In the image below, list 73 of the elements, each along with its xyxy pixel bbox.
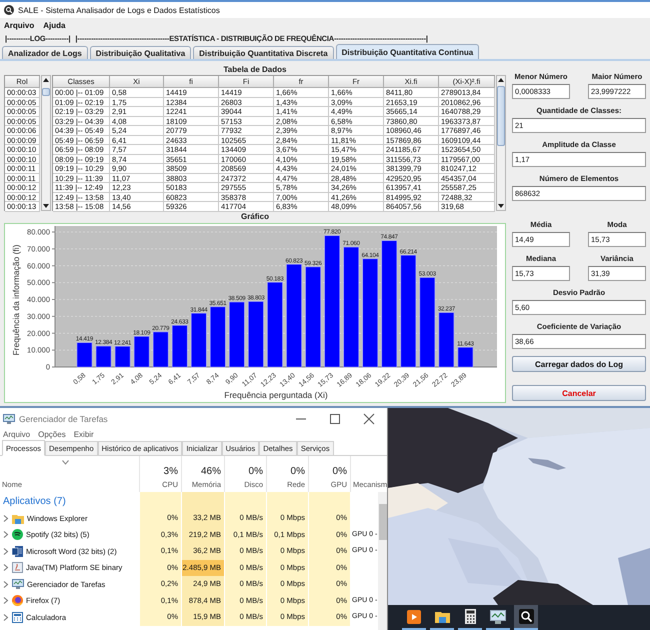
chevron-icon[interactable] (3, 514, 9, 522)
menu-item[interactable]: Arquivo (3, 430, 30, 438)
bar (190, 312, 207, 368)
tab[interactable]: Distribuição Quantitativa Discreta (193, 46, 334, 59)
magnifier-icon (518, 609, 534, 624)
scroll-down-icon[interactable] (498, 203, 504, 209)
scroll-thumb[interactable] (379, 504, 387, 540)
load-button[interactable]: Carregar dados do Log (512, 356, 646, 372)
usage-value: 0% (290, 466, 305, 477)
sound-waves-icon (12, 529, 23, 540)
calculator-icon (464, 609, 476, 624)
folder-icon (12, 512, 24, 524)
bar (458, 347, 474, 368)
bar (229, 302, 245, 368)
folder-icon (434, 610, 450, 623)
tab[interactable]: Distribuição Qualitativa (90, 46, 192, 59)
table-cell (225, 492, 267, 510)
monitor-icon (490, 610, 506, 624)
chevron-icon[interactable] (3, 531, 9, 538)
play-icon (407, 610, 421, 624)
scrollbar[interactable] (496, 75, 506, 211)
cancel-button[interactable]: Cancelar (512, 385, 646, 401)
bar (438, 312, 454, 368)
chevron-icon[interactable] (3, 564, 9, 572)
menu-item[interactable]: Opções (38, 430, 66, 438)
scroll-down-icon[interactable] (43, 203, 49, 209)
bar (96, 346, 112, 368)
bar (248, 301, 264, 368)
table-cell (182, 492, 225, 510)
monitor-icon (3, 414, 15, 424)
table-cell (267, 492, 309, 510)
scroll-up-icon[interactable] (43, 77, 49, 83)
chevron-icon[interactable] (3, 548, 9, 555)
usage-value: 46% (200, 466, 221, 477)
usage-value: 3% (164, 466, 178, 477)
monitor-icon (12, 578, 24, 590)
tab[interactable]: Analizador de Logs (2, 46, 88, 59)
sale-app-button[interactable] (514, 605, 538, 630)
panel-title: Gráfico (240, 211, 270, 222)
usage-value: 0% (332, 466, 347, 477)
panel-title: Tabela de Dados (222, 64, 288, 75)
sort-caret-icon[interactable] (62, 460, 69, 465)
group-heading: Aplicativos (7) (3, 496, 66, 506)
table-cell (140, 492, 182, 510)
scroll-up-icon[interactable] (498, 77, 504, 83)
scrollbar[interactable] (41, 75, 51, 211)
bar (76, 342, 92, 368)
chevron-icon[interactable] (3, 614, 9, 621)
scroll-thumb[interactable] (42, 88, 50, 96)
bar (210, 306, 226, 368)
globe-icon (12, 595, 23, 606)
window-title: Gerenciador de Tarefas (19, 414, 109, 424)
table-cell (309, 492, 351, 510)
axis-title: Frequência da informação (fi) (11, 244, 21, 356)
bar (114, 346, 130, 368)
menu-item[interactable]: Ajuda (43, 20, 66, 30)
chevron-icon[interactable] (3, 580, 9, 588)
tab[interactable]: Distribuição Quantitativa Continua (336, 44, 480, 59)
axis-title: Frequência perguntada (Xi) (224, 390, 328, 400)
scroll-thumb[interactable] (497, 86, 505, 146)
app-logo-icon (4, 5, 14, 15)
chevron-icon[interactable] (3, 597, 9, 604)
usage-value: 0% (248, 466, 263, 477)
menu-item[interactable]: Exibir (74, 430, 94, 438)
app-window-icon (12, 562, 23, 574)
bar (172, 325, 188, 368)
calculator-icon (12, 612, 23, 623)
window-title: SALE - Sistema Analisador de Logs e Dados Estatísticos (18, 6, 220, 14)
document-icon (12, 546, 23, 557)
menu-item[interactable]: Arquivo (4, 20, 34, 30)
scrollbar[interactable] (378, 492, 387, 630)
bar (152, 332, 168, 368)
bar (134, 336, 150, 368)
